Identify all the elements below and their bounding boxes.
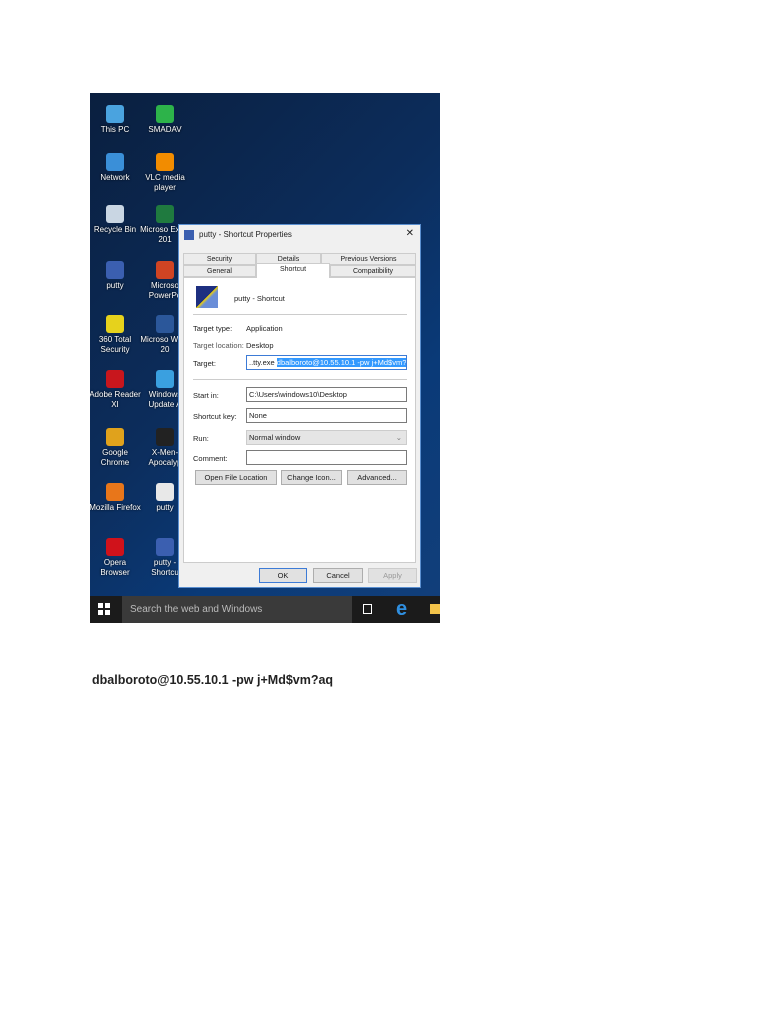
- desktop-icon[interactable]: 360 Total Security: [90, 315, 141, 355]
- app-icon: [156, 370, 174, 388]
- run-label: Run:: [193, 434, 209, 443]
- desktop-icon[interactable]: putty: [90, 261, 141, 291]
- app-icon: [106, 315, 124, 333]
- desktop-icon-label: Opera Browser: [100, 558, 130, 577]
- app-icon: [106, 483, 124, 501]
- desktop-icon-label: Network: [100, 173, 130, 182]
- desktop-icon[interactable]: Google Chrome: [90, 428, 141, 468]
- desktop-icon-label: 360 Total Security: [98, 335, 132, 354]
- edge-icon[interactable]: e: [396, 598, 407, 620]
- desktop-icon-label: Mozilla Firefox: [90, 503, 141, 512]
- tab-security[interactable]: Security: [183, 253, 256, 265]
- app-icon: [106, 153, 124, 171]
- target-prefix: ..tty.exe: [249, 358, 277, 367]
- comment-input[interactable]: [246, 450, 407, 465]
- desktop-icon-label: SMADAV: [148, 125, 182, 134]
- apply-button[interactable]: Apply: [368, 568, 417, 583]
- run-select[interactable]: Normal window ⌄: [246, 430, 407, 445]
- target-input[interactable]: ..tty.exe dbalboroto@10.55.10.1 -pw j+Md…: [246, 355, 407, 370]
- app-icon: [106, 370, 124, 388]
- cancel-button[interactable]: Cancel: [313, 568, 363, 583]
- desktop-icon[interactable]: Mozilla Firefox: [90, 483, 141, 513]
- desktop-icon[interactable]: Recycle Bin: [90, 205, 141, 235]
- tab-previous-versions[interactable]: Previous Versions: [321, 253, 416, 265]
- target-type-value: Application: [246, 324, 283, 333]
- app-icon: [106, 105, 124, 123]
- putty-icon: [184, 230, 194, 240]
- app-icon: [156, 428, 174, 446]
- start-in-input[interactable]: C:\Users\windows10\Desktop: [246, 387, 407, 402]
- desktop-icon[interactable]: Adobe Reader XI: [90, 370, 141, 410]
- comment-label: Comment:: [193, 454, 228, 463]
- tab-compatibility[interactable]: Compatibility: [330, 265, 416, 277]
- desktop-icon-label: putty: [106, 281, 124, 290]
- chevron-down-icon: ⌄: [395, 433, 402, 442]
- desktop-icon-label: Recycle Bin: [93, 225, 137, 234]
- divider: [193, 314, 407, 315]
- app-icon: [156, 483, 174, 501]
- change-icon-button[interactable]: Change Icon...: [281, 470, 342, 485]
- app-icon: [156, 205, 174, 223]
- app-icon: [106, 428, 124, 446]
- run-selected-value: Normal window: [249, 433, 301, 442]
- close-icon[interactable]: ✕: [406, 228, 414, 239]
- taskbar: Search the web and Windows e: [90, 596, 440, 623]
- shortcut-tab-panel: putty - Shortcut Target type: Applicatio…: [183, 277, 416, 563]
- target-type-label: Target type:: [193, 324, 233, 333]
- advanced-button[interactable]: Advanced...: [347, 470, 407, 485]
- target-location-label: Target location:: [193, 341, 244, 350]
- desktop-icon[interactable]: Opera Browser: [90, 538, 141, 578]
- app-icon: [156, 315, 174, 333]
- file-explorer-icon[interactable]: [430, 604, 440, 614]
- caption-text: dbalboroto@10.55.10.1 -pw j+Md$vm?aq: [92, 673, 334, 687]
- tab-general[interactable]: General: [183, 265, 256, 277]
- desktop-icon-label: Google Chrome: [100, 448, 130, 467]
- app-icon: [106, 538, 124, 556]
- app-icon: [156, 105, 174, 123]
- target-label: Target:: [193, 359, 216, 368]
- app-icon: [106, 205, 124, 223]
- windows-start-icon[interactable]: [98, 603, 110, 615]
- divider: [193, 379, 407, 380]
- shortcut-key-label: Shortcut key:: [193, 412, 237, 421]
- putty-shortcut-icon: [196, 286, 218, 308]
- ok-button[interactable]: OK: [259, 568, 307, 583]
- app-icon: [156, 153, 174, 171]
- shortcut-key-input[interactable]: None: [246, 408, 407, 423]
- desktop-icon[interactable]: SMADAV: [139, 105, 191, 135]
- desktop-icon[interactable]: This PC: [90, 105, 141, 135]
- app-icon: [156, 261, 174, 279]
- app-icon: [106, 261, 124, 279]
- tab-shortcut[interactable]: Shortcut: [256, 263, 330, 278]
- task-view-icon[interactable]: [363, 604, 372, 614]
- target-location-value: Desktop: [246, 341, 274, 350]
- open-file-location-button[interactable]: Open File Location: [195, 470, 277, 485]
- desktop-icon[interactable]: Network: [90, 153, 141, 183]
- app-icon: [156, 538, 174, 556]
- desktop-icon-label: Adobe Reader XI: [90, 390, 141, 409]
- shortcut-properties-dialog: putty - Shortcut Properties ✕ Security D…: [178, 224, 421, 588]
- desktop-icon-label: VLC media player: [145, 173, 185, 192]
- desktop-icon[interactable]: VLC media player: [139, 153, 191, 193]
- desktop-icon-label: This PC: [100, 125, 130, 134]
- dialog-title: putty - Shortcut Properties: [199, 230, 292, 239]
- target-selected-text: dbalboroto@10.55.10.1 -pw j+Md$vm?aq: [276, 358, 406, 367]
- taskbar-search-input[interactable]: Search the web and Windows: [122, 596, 352, 623]
- start-in-label: Start in:: [193, 391, 219, 400]
- shortcut-name: putty - Shortcut: [234, 294, 285, 303]
